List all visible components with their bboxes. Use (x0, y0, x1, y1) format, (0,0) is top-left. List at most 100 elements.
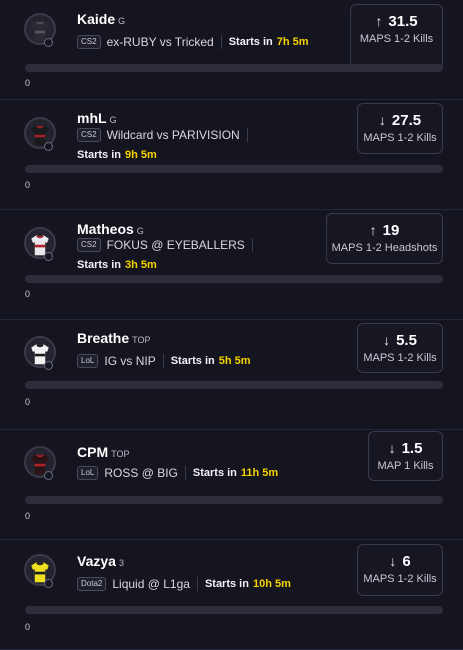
starts-label: Starts in (170, 355, 215, 367)
player-name: Matheos G (77, 221, 144, 237)
matchup: IG vs NIP (104, 354, 156, 368)
game-badge: LoL (77, 466, 99, 480)
player-card[interactable]: CPM TOP LoL ROSS @ BIG Starts in 11h 5m ↓… (0, 430, 463, 540)
matchup: Liquid @ L1ga (112, 577, 190, 591)
matchup: ex-RUBY vs Tricked (106, 35, 214, 49)
divider (246, 128, 248, 142)
line-value: 1.5 (401, 439, 423, 457)
player-name: Kaide G (77, 11, 125, 27)
projection-line-button[interactable]: ↓ 6 MAPS 1-2 Kills (357, 544, 443, 596)
player-card[interactable]: mhL G CS2 Wildcard vs PARIVISION Starts i… (0, 100, 463, 210)
line-value-row: ↓ 5.5 (358, 331, 442, 349)
divider (251, 238, 253, 252)
progress-bar (25, 606, 443, 614)
projection-list: Kaide G CS2 ex-RUBY vs Tricked Starts in … (0, 0, 463, 650)
starts-time: 10h 5m (252, 578, 291, 590)
market-label: MAPS 1-2 Headshots (331, 242, 438, 254)
arrow-up-icon: ↑ (369, 222, 377, 238)
player-name: Breathe TOP (77, 330, 150, 346)
starts-time: 3h 5m (125, 259, 157, 271)
game-badge: CS2 (77, 35, 101, 49)
progress-bar (25, 165, 443, 173)
progress-bar (25, 64, 443, 72)
info-badge-icon (44, 142, 53, 151)
game-badge: Dota2 (77, 577, 107, 591)
position-tag: 3 (118, 558, 124, 568)
progress-bar (25, 381, 443, 389)
progress-count: 0 (25, 78, 31, 88)
line-value: 19 (382, 221, 400, 239)
position-tag: TOP (132, 335, 151, 345)
player-name: mhL G (77, 110, 117, 126)
line-value-row: ↑ 19 (327, 221, 442, 239)
match-info: Dota2 Liquid @ L1ga Starts in 10h 5m (77, 577, 291, 591)
starts-label: Starts in (204, 578, 249, 590)
matchup: ROSS @ BIG (104, 466, 178, 480)
player-name-text: Matheos (77, 221, 134, 237)
game-badge: LoL (77, 354, 99, 368)
info-badge-icon (44, 579, 53, 588)
starts-time: 11h 5m (240, 467, 279, 479)
progress-bar (25, 275, 443, 283)
line-value-row: ↑ 31.5 (351, 12, 442, 30)
line-value-row: ↓ 1.5 (369, 439, 442, 457)
projection-line-button[interactable]: ↓ 27.5 MAPS 1-2 Kills (357, 103, 443, 154)
arrow-down-icon: ↓ (388, 440, 396, 456)
player-card[interactable]: Matheos G CS2 FOKUS @ EYEBALLERS Starts i… (0, 210, 463, 320)
divider (162, 354, 164, 368)
position-tag: G (136, 226, 144, 236)
market-label: MAPS 1-2 Kills (359, 33, 434, 45)
position-tag: G (118, 16, 126, 26)
progress-count: 0 (25, 511, 31, 521)
player-name-text: mhL (77, 110, 107, 126)
progress-bar (25, 496, 443, 504)
arrow-down-icon: ↓ (383, 332, 391, 348)
match-info: CS2 ex-RUBY vs Tricked Starts in 7h 5m (77, 35, 309, 49)
starts-time: 7h 5m (276, 36, 309, 48)
player-name: CPM TOP (77, 444, 129, 460)
matchup: Wildcard vs PARIVISION (106, 128, 240, 142)
divider (196, 577, 198, 591)
starts-label: Starts in (228, 36, 273, 48)
match-info: LoL IG vs NIP Starts in 5h 5m (77, 354, 251, 368)
arrow-down-icon: ↓ (389, 553, 397, 569)
start-time-row: Starts in 3h 5m (77, 259, 157, 271)
player-name-text: CPM (77, 444, 109, 460)
starts-label: Starts in (77, 149, 122, 161)
progress-count: 0 (25, 289, 31, 299)
info-badge-icon (44, 38, 53, 47)
match-info: CS2 Wildcard vs PARIVISION (77, 128, 255, 142)
position-tag: TOP (111, 449, 130, 459)
projection-line-button[interactable]: ↓ 1.5 MAP 1 Kills (368, 431, 443, 481)
position-tag: G (109, 115, 117, 125)
match-info: CS2 FOKUS @ EYEBALLERS (77, 238, 260, 252)
line-value: 31.5 (388, 12, 418, 30)
market-label: MAPS 1-2 Kills (363, 132, 437, 144)
starts-time: 9h 5m (125, 149, 157, 161)
projection-line-button[interactable]: ↑ 31.5 MAPS 1-2 Kills (350, 4, 443, 71)
player-card[interactable]: Kaide G CS2 ex-RUBY vs Tricked Starts in … (0, 0, 463, 100)
line-value-row: ↓ 27.5 (358, 111, 442, 129)
market-label: MAPS 1-2 Kills (363, 352, 437, 364)
player-name-text: Breathe (77, 330, 130, 346)
start-time-row: Starts in 9h 5m (77, 149, 157, 161)
player-card[interactable]: Breathe TOP LoL IG vs NIP Starts in 5h 5m… (0, 320, 463, 430)
projection-line-button[interactable]: ↑ 19 MAPS 1-2 Headshots (326, 213, 443, 264)
arrow-up-icon: ↑ (375, 13, 383, 29)
player-card[interactable]: Vazya 3 Dota2 Liquid @ L1ga Starts in 10h… (0, 540, 463, 650)
info-badge-icon (44, 252, 53, 261)
player-name-text: Kaide (77, 11, 116, 27)
game-badge: CS2 (77, 128, 101, 142)
line-value: 5.5 (396, 331, 417, 349)
progress-count: 0 (25, 397, 31, 407)
arrow-down-icon: ↓ (378, 112, 386, 128)
market-label: MAPS 1-2 Kills (363, 573, 437, 585)
info-badge-icon (44, 471, 53, 480)
info-badge-icon (44, 361, 53, 370)
projection-line-button[interactable]: ↓ 5.5 MAPS 1-2 Kills (357, 323, 443, 373)
starts-label: Starts in (77, 259, 122, 271)
match-info: LoL ROSS @ BIG Starts in 11h 5m (77, 466, 278, 480)
player-name-text: Vazya (77, 553, 116, 569)
progress-count: 0 (25, 180, 31, 190)
line-value: 6 (402, 552, 411, 570)
